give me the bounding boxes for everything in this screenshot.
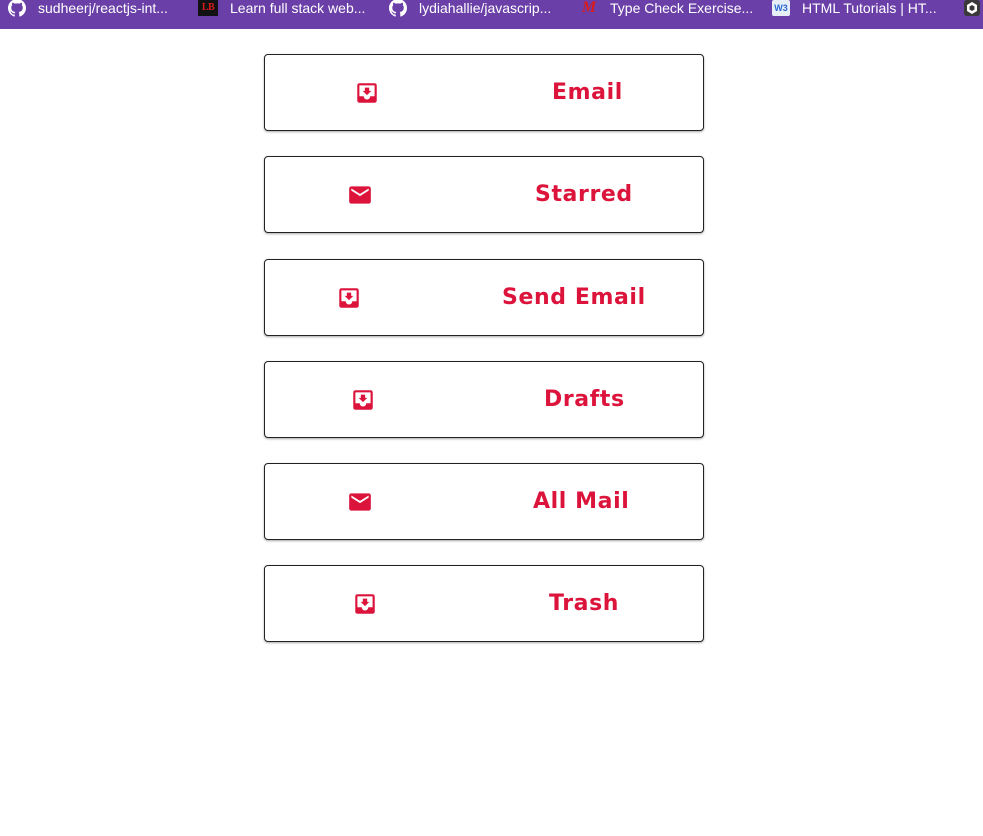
inbox-icon — [339, 288, 359, 308]
menu-item-label: Email — [552, 80, 623, 105]
github-icon — [389, 0, 407, 17]
m-logo-icon: M — [581, 0, 597, 16]
extension-icon — [963, 0, 981, 16]
bookmark-sudheerj-reactjs[interactable]: sudheerj/reactjs-int... — [8, 0, 168, 17]
bookmark-extension[interactable] — [963, 0, 983, 16]
bookmarks-bar: sudheerj/reactjs-int... LB Learn full st… — [0, 0, 983, 29]
mail-icon — [349, 186, 371, 204]
menu-item-trash[interactable]: Trash — [264, 565, 704, 642]
inbox-icon — [355, 594, 375, 614]
menu-item-label: Send Email — [502, 285, 646, 310]
bookmark-lydiahallie-javascript[interactable]: lydiahallie/javascrip... — [389, 0, 552, 17]
menu-item-email[interactable]: Email — [264, 54, 704, 131]
menu-item-label: Starred — [535, 182, 633, 207]
github-icon — [8, 0, 26, 17]
menu-item-starred[interactable]: Starred — [264, 156, 704, 233]
menu-item-label: All Mail — [533, 489, 630, 514]
lb-logo-icon: LB — [198, 0, 218, 16]
w3-logo-icon: W3 — [772, 0, 790, 16]
menu-item-label: Trash — [549, 591, 620, 616]
bookmark-html-tutorials[interactable]: W3 HTML Tutorials | HT... — [772, 0, 937, 16]
bookmark-label: lydiahallie/javascrip... — [419, 0, 552, 16]
bookmark-label: Learn full stack web... — [230, 0, 366, 16]
bookmark-label: sudheerj/reactjs-int... — [38, 0, 168, 16]
bookmark-learn-full-stack[interactable]: LB Learn full stack web... — [198, 0, 365, 16]
menu-item-send-email[interactable]: Send Email — [264, 259, 704, 336]
bookmark-type-check-exercise[interactable]: M Type Check Exercise... — [580, 0, 753, 16]
bookmark-label: HTML Tutorials | HT... — [802, 0, 937, 16]
inbox-icon — [357, 83, 377, 103]
inbox-icon — [353, 390, 373, 410]
menu-item-label: Drafts — [544, 387, 625, 412]
bookmark-label: Type Check Exercise... — [610, 0, 754, 16]
menu-item-all-mail[interactable]: All Mail — [264, 463, 704, 540]
menu-item-drafts[interactable]: Drafts — [264, 361, 704, 438]
mail-icon — [349, 493, 371, 511]
